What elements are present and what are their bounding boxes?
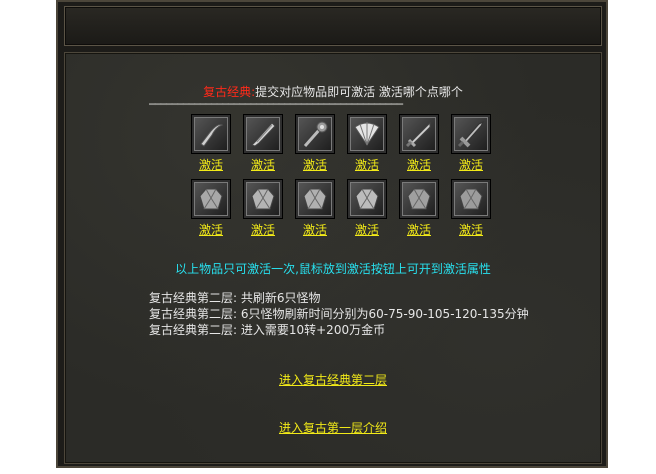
armor-piece-icon xyxy=(251,188,275,210)
activate-button[interactable]: 激活 xyxy=(303,156,327,173)
broad-blade-icon xyxy=(251,122,276,147)
armor-piece-icon xyxy=(303,188,327,210)
item-cell: 激活 xyxy=(450,115,492,173)
item-slot[interactable] xyxy=(348,115,386,153)
dialog-frame: 复古经典:提交对应物品即可激活 激活哪个点哪个 ━━━━━━━━━━━━━━━━… xyxy=(56,0,608,468)
armor-piece-icon xyxy=(199,188,223,210)
info-line: 复古经典第二层: 进入需要10转+200万金币 xyxy=(149,323,386,337)
activate-button[interactable]: 激活 xyxy=(407,221,431,238)
info-line: 复古经典第二层: 6只怪物刷新时间分别为60-75-90-105-120-135… xyxy=(149,307,529,321)
item-slot[interactable] xyxy=(192,180,230,218)
header-divider: ━━━━━━━━━━━━━━━━━━━━━━━━━━━━━━━━━━━━━━━━… xyxy=(149,98,403,111)
item-slot[interactable] xyxy=(400,180,438,218)
item-slot[interactable] xyxy=(244,115,282,153)
item-cell: 激活 xyxy=(450,180,492,238)
dragon-staff-icon xyxy=(303,121,328,147)
item-slot[interactable] xyxy=(452,180,490,218)
activate-button[interactable]: 激活 xyxy=(251,221,275,238)
item-cell: 激活 xyxy=(294,115,336,173)
item-cell: 激活 xyxy=(242,115,284,173)
folding-fan-icon xyxy=(354,122,380,146)
item-cell: 激活 xyxy=(294,180,336,238)
long-sword-icon xyxy=(405,121,431,148)
dialog-title-bar xyxy=(64,6,602,46)
item-slot[interactable] xyxy=(192,115,230,153)
item-cell: 激活 xyxy=(398,180,440,238)
first-floor-intro-link[interactable]: 进入复古第一层介绍 xyxy=(65,419,601,436)
armor-piece-icon xyxy=(355,188,379,210)
activate-button[interactable]: 激活 xyxy=(355,221,379,238)
activate-button[interactable]: 激活 xyxy=(251,156,275,173)
enter-second-floor-link[interactable]: 进入复古经典第二层 xyxy=(65,371,601,388)
activate-button[interactable]: 激活 xyxy=(459,156,483,173)
item-slot[interactable] xyxy=(244,180,282,218)
item-slot[interactable] xyxy=(296,115,334,153)
dialog-content-panel: 复古经典:提交对应物品即可激活 激活哪个点哪个 ━━━━━━━━━━━━━━━━… xyxy=(64,52,602,464)
great-sword-icon xyxy=(457,120,485,148)
armor-piece-icon xyxy=(459,188,483,210)
activate-button[interactable]: 激活 xyxy=(303,221,327,238)
item-slot[interactable] xyxy=(296,180,334,218)
floor-info: 复古经典第二层: 共刷新6只怪物 复古经典第二层: 6只怪物刷新时间分别为60-… xyxy=(149,290,529,338)
activate-button[interactable]: 激活 xyxy=(459,221,483,238)
scythe-blade-icon xyxy=(200,124,224,147)
activate-button[interactable]: 激活 xyxy=(199,156,223,173)
activation-hint: 以上物品只可激活一次,鼠标放到激活按钮上可开到激活属性 xyxy=(175,262,491,276)
activate-button[interactable]: 激活 xyxy=(199,221,223,238)
item-slot[interactable] xyxy=(400,115,438,153)
item-cell: 激活 xyxy=(190,115,232,173)
item-cell: 激活 xyxy=(346,115,388,173)
armor-piece-icon xyxy=(407,188,431,210)
item-cell: 激活 xyxy=(398,115,440,173)
item-cell: 激活 xyxy=(242,180,284,238)
header-description: 提交对应物品即可激活 激活哪个点哪个 xyxy=(255,85,463,99)
info-line: 复古经典第二层: 共刷新6只怪物 xyxy=(149,291,321,305)
item-slot[interactable] xyxy=(452,115,490,153)
item-slot[interactable] xyxy=(348,180,386,218)
header-title: 复古经典: xyxy=(203,85,256,99)
item-cell: 激活 xyxy=(346,180,388,238)
item-cell: 激活 xyxy=(190,180,232,238)
activate-button[interactable]: 激活 xyxy=(407,156,431,173)
activate-button[interactable]: 激活 xyxy=(355,156,379,173)
